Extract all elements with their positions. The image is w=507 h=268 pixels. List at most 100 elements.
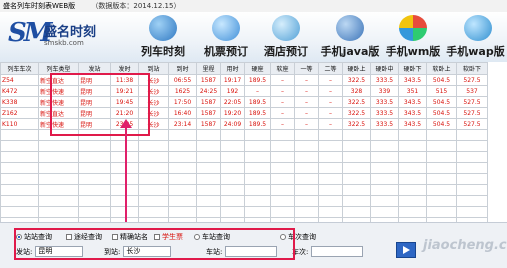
nav-hotel-booking[interactable]: 酒店预订 xyxy=(255,12,317,62)
col-train-no[interactable]: 列车车次 xyxy=(0,62,39,75)
table-cell: 189.5 xyxy=(244,107,271,119)
empty-cell xyxy=(0,184,39,196)
col-arrive-time[interactable]: 到时 xyxy=(168,62,197,75)
table-cell: 24:25 xyxy=(196,85,221,97)
table-cell: 322.5 xyxy=(342,107,371,119)
col-soft-seat[interactable]: 软座 xyxy=(270,62,295,75)
table-cell: 1587 xyxy=(196,96,221,108)
empty-table-row xyxy=(0,140,488,152)
col-soft-sleeper-lower[interactable]: 软卧下 xyxy=(456,62,488,75)
table-cell: 189.5 xyxy=(244,118,271,130)
nav-train-times[interactable]: 列车时刻 xyxy=(128,12,198,62)
empty-cell xyxy=(78,151,111,163)
col-hard-sleeper-lower[interactable]: 硬卧下 xyxy=(398,62,427,75)
train-no-field: 车次: xyxy=(292,246,364,257)
empty-cell xyxy=(168,173,197,185)
empty-cell xyxy=(270,140,295,152)
empty-cell xyxy=(38,173,79,185)
nav-flight-booking[interactable]: 机票预订 xyxy=(195,12,257,62)
table-cell: – xyxy=(318,96,343,108)
empty-cell xyxy=(0,195,39,207)
empty-table-row xyxy=(0,184,488,196)
search-button[interactable] xyxy=(396,242,416,258)
empty-cell xyxy=(398,162,427,174)
table-cell: 1587 xyxy=(196,118,221,130)
empty-cell xyxy=(220,162,245,174)
col-second-class[interactable]: 二等 xyxy=(318,62,343,75)
empty-cell xyxy=(244,129,271,141)
table-cell: K472 xyxy=(0,85,39,97)
table-cell: K338 xyxy=(0,96,39,108)
empty-cell xyxy=(196,129,221,141)
table-cell: 343.5 xyxy=(398,107,427,119)
empty-cell xyxy=(244,162,271,174)
train-no-input[interactable] xyxy=(311,246,364,257)
empty-cell xyxy=(38,140,79,152)
table-cell: 189.5 xyxy=(244,96,271,108)
empty-cell xyxy=(168,206,197,218)
table-cell: 515 xyxy=(426,85,457,97)
col-distance[interactable]: 里程 xyxy=(196,62,221,75)
empty-cell xyxy=(196,140,221,152)
window-titlebar: 盛名列车时刻表WEB版 （数据版本：2014.12.15） xyxy=(0,0,507,12)
table-cell: – xyxy=(244,85,271,97)
brand-logo[interactable]: SM 盛名时刻 smskb.com xyxy=(8,16,103,56)
empty-cell xyxy=(370,151,399,163)
table-cell: – xyxy=(294,96,319,108)
empty-cell xyxy=(168,195,197,207)
empty-cell xyxy=(38,151,79,163)
col-soft-sleeper-upper[interactable]: 软卧上 xyxy=(426,62,457,75)
empty-cell xyxy=(426,151,457,163)
table-cell: 192 xyxy=(220,85,245,97)
table-cell: 333.5 xyxy=(370,96,399,108)
nav-wm-version[interactable]: 手机wm版 xyxy=(382,12,444,62)
table-cell: 189.5 xyxy=(244,74,271,86)
data-version-note: （数据版本：2014.12.15） xyxy=(91,2,181,10)
table-cell: 504.5 xyxy=(426,107,457,119)
empty-cell xyxy=(342,140,371,152)
empty-cell xyxy=(398,129,427,141)
empty-cell xyxy=(78,173,111,185)
empty-cell xyxy=(318,173,343,185)
empty-cell xyxy=(456,162,488,174)
col-hard-sleeper-upper[interactable]: 硬卧上 xyxy=(342,62,371,75)
empty-cell xyxy=(342,162,371,174)
empty-cell xyxy=(196,162,221,174)
empty-cell xyxy=(294,129,319,141)
table-cell: – xyxy=(294,107,319,119)
empty-cell xyxy=(270,151,295,163)
empty-cell xyxy=(426,129,457,141)
empty-cell xyxy=(138,151,169,163)
empty-cell xyxy=(370,173,399,185)
table-cell: 333.5 xyxy=(370,118,399,130)
nav-java-version[interactable]: 手机java版 xyxy=(315,12,385,62)
table-cell: Z162 xyxy=(0,107,39,119)
empty-cell xyxy=(342,206,371,218)
empty-cell xyxy=(0,129,39,141)
nav-label: 机票预订 xyxy=(204,45,248,58)
hotel-icon xyxy=(272,15,300,41)
col-hard-seat[interactable]: 硬座 xyxy=(244,62,271,75)
col-hard-sleeper-middle[interactable]: 硬卧中 xyxy=(370,62,399,75)
empty-cell xyxy=(244,195,271,207)
empty-cell xyxy=(426,195,457,207)
nav-wap-version[interactable]: 手机wap版 xyxy=(444,12,507,62)
empty-cell xyxy=(138,140,169,152)
empty-cell xyxy=(456,140,488,152)
empty-cell xyxy=(220,140,245,152)
col-first-class[interactable]: 一等 xyxy=(294,62,319,75)
empty-cell xyxy=(0,140,39,152)
empty-cell xyxy=(244,184,271,196)
table-cell: 06:55 xyxy=(168,74,197,86)
empty-cell xyxy=(456,206,488,218)
empty-cell xyxy=(244,151,271,163)
empty-cell xyxy=(0,151,39,163)
empty-cell xyxy=(318,129,343,141)
empty-cell xyxy=(138,162,169,174)
empty-cell xyxy=(78,195,111,207)
nav-label: 手机java版 xyxy=(320,45,380,58)
table-cell: 16:40 xyxy=(168,107,197,119)
table-cell: 322.5 xyxy=(342,96,371,108)
col-duration[interactable]: 用时 xyxy=(220,62,245,75)
highlight-box-results xyxy=(50,73,150,136)
